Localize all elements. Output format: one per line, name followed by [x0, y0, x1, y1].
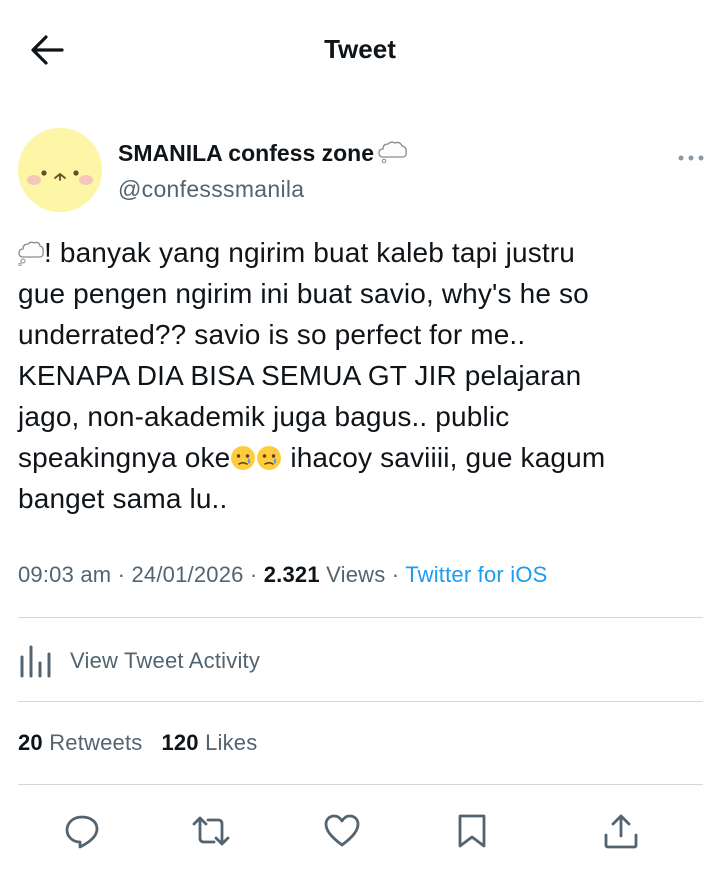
share-icon[interactable] — [602, 812, 640, 850]
more-options-icon[interactable] — [676, 152, 706, 164]
face-holding-back-tears-icon — [231, 446, 256, 470]
views-count: 2.321 — [263, 562, 320, 587]
bar-chart-icon — [20, 645, 51, 678]
header: Tweet — [0, 0, 720, 100]
divider — [18, 617, 703, 618]
user-handle[interactable]: @confesssmanila — [118, 176, 304, 203]
reply-icon[interactable] — [63, 812, 101, 850]
tweet-time: 09:03 am — [18, 562, 112, 587]
divider — [18, 784, 703, 785]
thought-balloon-icon — [18, 241, 44, 266]
face-holding-back-tears-icon — [257, 446, 282, 470]
divider — [18, 701, 703, 702]
view-tweet-activity-button[interactable]: View Tweet Activity — [18, 640, 418, 680]
source-link[interactable]: Twitter for iOS — [405, 562, 547, 587]
tweet-meta: 09:03 am · 24/01/2026 · 2.321 Views · Tw… — [18, 562, 548, 587]
page-title: Tweet — [324, 34, 396, 64]
tweet-author: SMANILA confess zone @confesssmanila — [18, 128, 708, 214]
likes-stat[interactable]: 120 Likes — [161, 730, 257, 755]
retweet-icon[interactable] — [191, 812, 231, 850]
thought-balloon-icon — [378, 141, 407, 164]
like-icon[interactable] — [323, 812, 361, 850]
bookmark-icon[interactable] — [454, 812, 490, 850]
tweet-date: 24/01/2026 — [131, 562, 244, 587]
views-label: Views — [326, 562, 386, 587]
display-name[interactable]: SMANILA confess zone — [118, 140, 408, 167]
engagement-stats: 20 Retweets 120 Likes — [18, 730, 257, 756]
tweet-text: ! banyak yang ngirim buat kaleb tapi jus… — [18, 237, 606, 514]
retweets-stat[interactable]: 20 Retweets — [18, 730, 143, 755]
avatar[interactable] — [18, 128, 102, 212]
activity-label: View Tweet Activity — [70, 648, 261, 673]
